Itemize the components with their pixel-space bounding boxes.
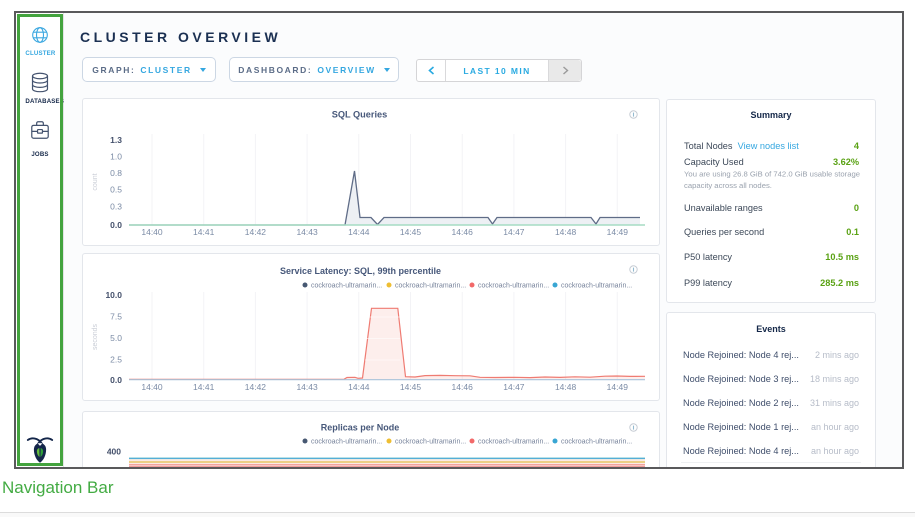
- svg-text:cockroach-ultramarin...: cockroach-ultramarin...: [561, 283, 632, 290]
- svg-text:cockroach-ultramarin...: cockroach-ultramarin...: [478, 439, 549, 446]
- svg-text:cockroach-ultramarin...: cockroach-ultramarin...: [395, 439, 466, 446]
- svg-text:14:46: 14:46: [452, 227, 474, 237]
- svg-text:5.0: 5.0: [110, 333, 122, 343]
- svg-text:cockroach-ultramarin...: cockroach-ultramarin...: [311, 283, 382, 290]
- svg-text:14:42: 14:42: [245, 227, 267, 237]
- svg-text:Service Latency: SQL, 99th per: Service Latency: SQL, 99th percentile: [280, 266, 441, 276]
- svg-text:0.3: 0.3: [110, 202, 122, 212]
- svg-text:0.0: 0.0: [110, 220, 122, 230]
- svg-text:14:46: 14:46: [452, 382, 474, 392]
- svg-text:10.0: 10.0: [105, 290, 122, 300]
- svg-text:14:40: 14:40: [141, 382, 163, 392]
- svg-text:14:49: 14:49: [607, 382, 629, 392]
- svg-text:14:43: 14:43: [296, 382, 318, 392]
- svg-text:14:44: 14:44: [348, 382, 370, 392]
- svg-text:seconds: seconds: [92, 323, 99, 350]
- svg-text:14:42: 14:42: [245, 382, 267, 392]
- svg-text:0.8: 0.8: [110, 168, 122, 178]
- svg-text:14:48: 14:48: [555, 382, 577, 392]
- svg-text:count: count: [92, 173, 99, 190]
- svg-text:14:43: 14:43: [296, 227, 318, 237]
- svg-text:7.5: 7.5: [110, 312, 122, 322]
- svg-text:14:45: 14:45: [400, 382, 422, 392]
- svg-text:1.0: 1.0: [110, 152, 122, 162]
- svg-text:cockroach-ultramarin...: cockroach-ultramarin...: [561, 439, 632, 446]
- svg-text:Replicas per Node: Replicas per Node: [321, 423, 400, 433]
- svg-text:14:47: 14:47: [503, 227, 525, 237]
- svg-text:14:44: 14:44: [348, 227, 370, 237]
- svg-text:14:40: 14:40: [141, 227, 163, 237]
- svg-text:14:45: 14:45: [400, 227, 422, 237]
- svg-text:0.0: 0.0: [110, 375, 122, 385]
- svg-text:cockroach-ultramarin...: cockroach-ultramarin...: [478, 283, 549, 290]
- svg-text:1.3: 1.3: [110, 135, 122, 145]
- svg-text:14:41: 14:41: [193, 382, 215, 392]
- svg-text:14:47: 14:47: [503, 382, 525, 392]
- svg-text:14:41: 14:41: [193, 227, 215, 237]
- svg-text:400: 400: [107, 447, 121, 457]
- svg-text:cockroach-ultramarin...: cockroach-ultramarin...: [311, 439, 382, 446]
- svg-text:SQL Queries: SQL Queries: [332, 109, 388, 119]
- svg-text:cockroach-ultramarin...: cockroach-ultramarin...: [395, 283, 466, 290]
- svg-text:14:49: 14:49: [607, 227, 629, 237]
- svg-text:0.5: 0.5: [110, 185, 122, 195]
- svg-text:2.5: 2.5: [110, 355, 122, 365]
- svg-text:14:48: 14:48: [555, 227, 577, 237]
